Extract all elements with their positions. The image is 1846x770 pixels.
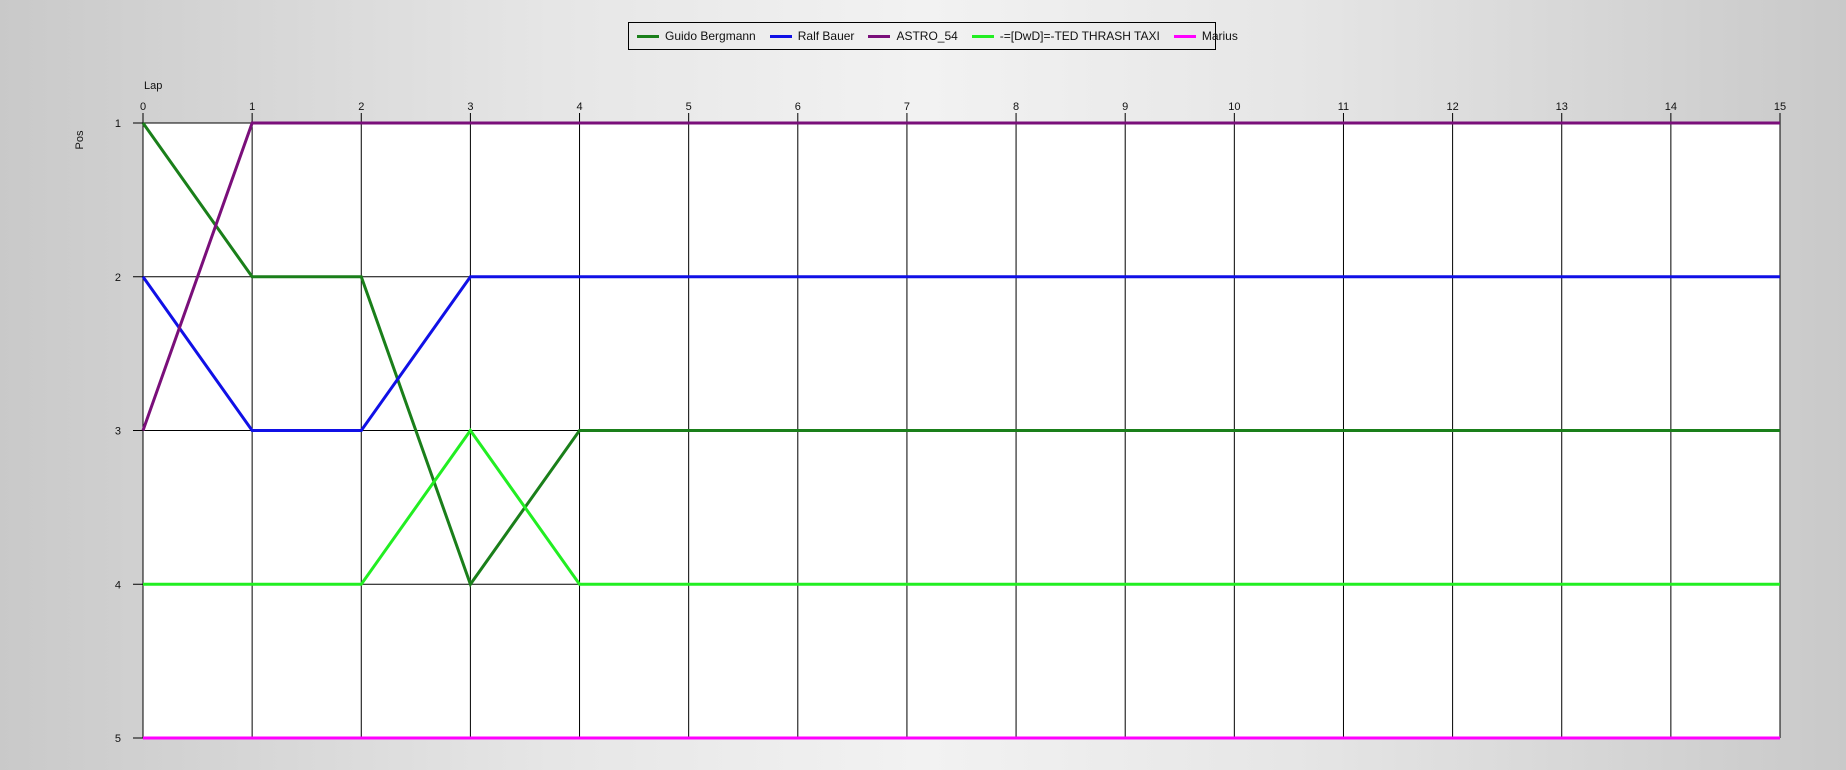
x-tick-label: 9	[1122, 101, 1128, 113]
legend-label: Guido Bergmann	[665, 29, 756, 43]
x-tick-label: 15	[1774, 101, 1786, 113]
y-tick-label: 1	[115, 118, 121, 130]
y-tick-label: 2	[115, 272, 121, 284]
legend-swatch	[1173, 34, 1196, 38]
y-tick-label: 3	[115, 426, 121, 438]
legend-item: Guido Bergmann	[637, 29, 756, 43]
x-tick-label: 7	[904, 101, 910, 113]
legend-swatch	[868, 34, 891, 38]
legend-item: ASTRO_54	[868, 29, 958, 43]
x-axis-title: Lap	[144, 80, 162, 92]
legend-item: -=[DwD]=-TED THRASH TAXI	[971, 29, 1160, 43]
x-tick-label: 0	[140, 101, 146, 113]
x-tick-label: 11	[1338, 101, 1349, 113]
x-tick-label: 12	[1446, 101, 1458, 113]
y-axis-title: Pos	[74, 130, 86, 149]
x-tick-label: 3	[467, 101, 473, 113]
x-tick-label: 5	[686, 101, 692, 113]
y-tick-label: 5	[115, 733, 121, 745]
legend-swatch	[637, 34, 659, 38]
legend-label: Marius	[1201, 29, 1238, 43]
position-chart: 0 1 2 3 4 5 6 7 8 9 10 11 12 13 14 1512345 Lap Pos	[74, 80, 1786, 745]
x-tick-label: 10	[1228, 101, 1240, 113]
x-tick-label: 2	[358, 101, 364, 113]
legend-label: ASTRO_54	[896, 29, 958, 43]
legend-label: Ralf Bauer	[797, 29, 855, 43]
x-tick-label: 13	[1556, 101, 1568, 113]
x-tick-label: 6	[795, 101, 801, 113]
legend-item: Ralf Bauer	[769, 29, 855, 43]
x-tick-label: 1	[249, 101, 255, 113]
legend-swatch	[769, 34, 792, 38]
x-tick-label: 14	[1665, 101, 1677, 113]
y-tick-label: 4	[115, 579, 121, 591]
legend-item: Marius	[1173, 29, 1238, 43]
x-tick-label: 8	[1013, 101, 1019, 113]
x-tick-label: 4	[576, 101, 582, 113]
legend-swatch	[971, 34, 994, 38]
legend-label: -=[DwD]=-TED THRASH TAXI	[999, 29, 1160, 43]
legend: Guido Bergmann Ralf Bauer ASTRO_54 -=[DwD]=…	[628, 22, 1238, 50]
